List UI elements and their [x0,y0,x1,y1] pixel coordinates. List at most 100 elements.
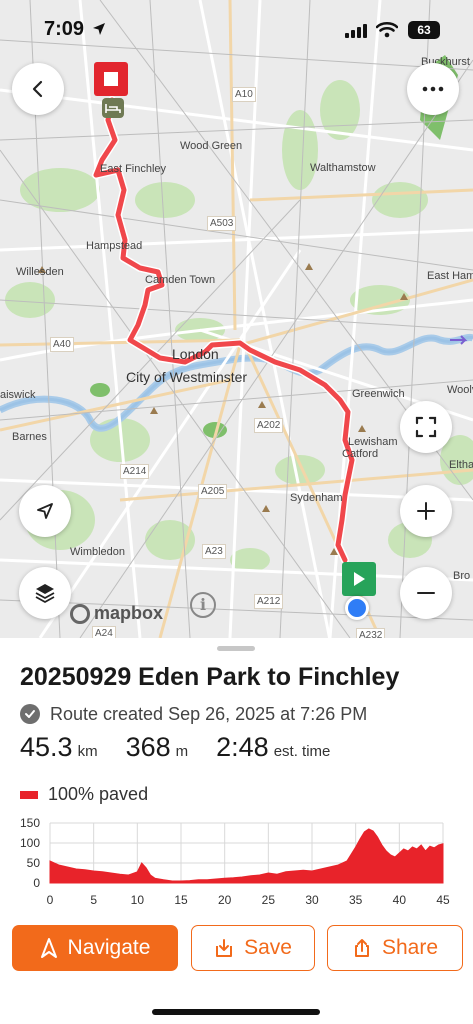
map-label-barnes: Barnes [12,431,47,443]
distance-value: 45.3 [20,732,73,762]
save-download-icon [216,939,233,957]
map-label-woolwich: Woolv [447,384,473,396]
road-shield: A24 [92,626,116,638]
zoom-in-button[interactable] [400,485,452,537]
navigate-button[interactable]: Navigate [12,925,178,971]
x-tick-label: 40 [393,893,407,907]
save-button-label: Save [244,936,292,959]
share-icon [354,939,369,957]
x-tick-label: 0 [47,893,54,907]
y-tick-label: 150 [20,816,40,830]
status-time: 7:09 [44,18,85,40]
map-label-chiswick: aiswick [0,389,36,401]
navigation-arrow-icon [37,503,53,519]
bed-icon [102,98,124,118]
minus-icon [417,592,435,594]
distance-unit: km [77,743,98,760]
play-icon [354,572,365,586]
x-tick-label: 35 [349,893,363,907]
fullscreen-button[interactable] [400,401,452,453]
map-label-camden-town: Camden Town [145,274,216,286]
cellular-signal-icon [345,24,367,38]
elevation-area [49,828,444,884]
mapbox-mark-icon [70,603,90,624]
surface-legend: 100% paved [20,784,148,805]
road-shield: A23 [202,544,226,559]
route-map[interactable]: Wood Green East Finchley Walthamstow Ham… [0,0,473,638]
locate-me-button[interactable] [19,485,71,537]
map-label-east-finchley: East Finchley [100,163,167,175]
info-icon[interactable]: i [190,592,216,618]
layers-icon [35,584,55,603]
x-tick-label: 30 [305,893,319,907]
map-label-hampstead: Hampstead [86,240,143,252]
map-label-willesden: Willesden [16,266,64,278]
status-bar: 7:09 63 [0,0,473,56]
check-circle-icon [20,704,40,724]
x-tick-label: 15 [174,893,188,907]
location-services-icon [93,23,105,35]
route-stats: 45.3 km 368 m 2:48 est. time [20,732,330,766]
map-label-lewisham: Lewisham [348,436,398,448]
route-title: 20250929 Eden Park to Finchley [20,663,400,691]
navigate-button-label: Navigate [67,936,151,959]
route-start-pin[interactable] [342,562,376,596]
route-created-row: Route created Sep 26, 2025 at 7:26 PM [20,702,367,726]
mapbox-logo[interactable]: mapbox [70,603,163,624]
save-button[interactable]: Save [191,925,315,971]
map-label-eltham: Eltha [449,459,473,471]
road-shield: A232 [356,628,386,638]
road-shield: A10 [232,87,256,102]
more-horizontal-icon [422,86,444,92]
paved-legend-label: 100% paved [48,784,149,804]
elevation-profile-chart[interactable]: 0 50 100 150 0 5 10 15 20 25 30 35 40 45 [0,815,473,910]
more-options-button[interactable] [407,63,459,115]
current-location-dot [345,596,369,620]
wifi-icon [376,22,398,38]
elevation-value: 368 [125,732,171,762]
paved-legend-swatch [20,790,38,799]
y-tick-label: 50 [27,856,41,870]
x-tick-label: 45 [436,893,450,907]
x-tick-label: 20 [218,893,232,907]
map-label-city-of-westminster: City of Westminster [126,369,248,385]
y-tick-label: 0 [33,876,40,890]
road-shield: A40 [50,337,74,352]
time-value: 2:48 [216,732,269,762]
route-end-pin[interactable] [94,62,128,96]
y-tick-label: 100 [20,836,40,850]
chevron-left-icon [32,80,43,98]
mapbox-logo-text: mapbox [94,603,164,623]
map-layers-button[interactable] [19,567,71,619]
stop-icon [104,72,118,86]
map-label-catford: Catford [342,448,379,460]
x-tick-label: 25 [262,893,276,907]
x-tick-label: 5 [90,893,97,907]
road-shield: A212 [254,594,284,609]
route-created-text: Route created Sep 26, 2025 at 7:26 PM [50,703,368,724]
map-label-wimbledon: Wimbledon [70,546,126,558]
expand-icon [415,416,437,438]
map-label-wood-green: Wood Green [180,140,243,152]
home-indicator [152,1009,320,1015]
road-shield: A205 [198,484,228,499]
plus-icon [417,502,435,520]
battery-indicator: 63 [408,21,440,39]
back-button[interactable] [12,63,64,115]
map-label-london: London [172,346,219,362]
map-label-east-ham: East Ham [427,270,473,282]
sheet-grabber-handle[interactable] [217,646,255,651]
map-label-walthamstow: Walthamstow [310,162,376,174]
x-tick-label: 10 [131,893,145,907]
zoom-out-button[interactable] [400,567,452,619]
map-label-greenwich: Greenwich [352,388,405,400]
elevation-unit: m [175,743,189,760]
share-button-label: Share [381,936,439,959]
road-shield: A214 [120,464,150,479]
time-unit: est. time [273,743,331,760]
road-shield: A202 [254,418,284,433]
road-shield: A503 [207,216,237,231]
map-label-sydenham: Sydenham [290,492,343,504]
map-label-bromley: Bro [453,570,471,582]
share-button[interactable]: Share [327,925,463,971]
